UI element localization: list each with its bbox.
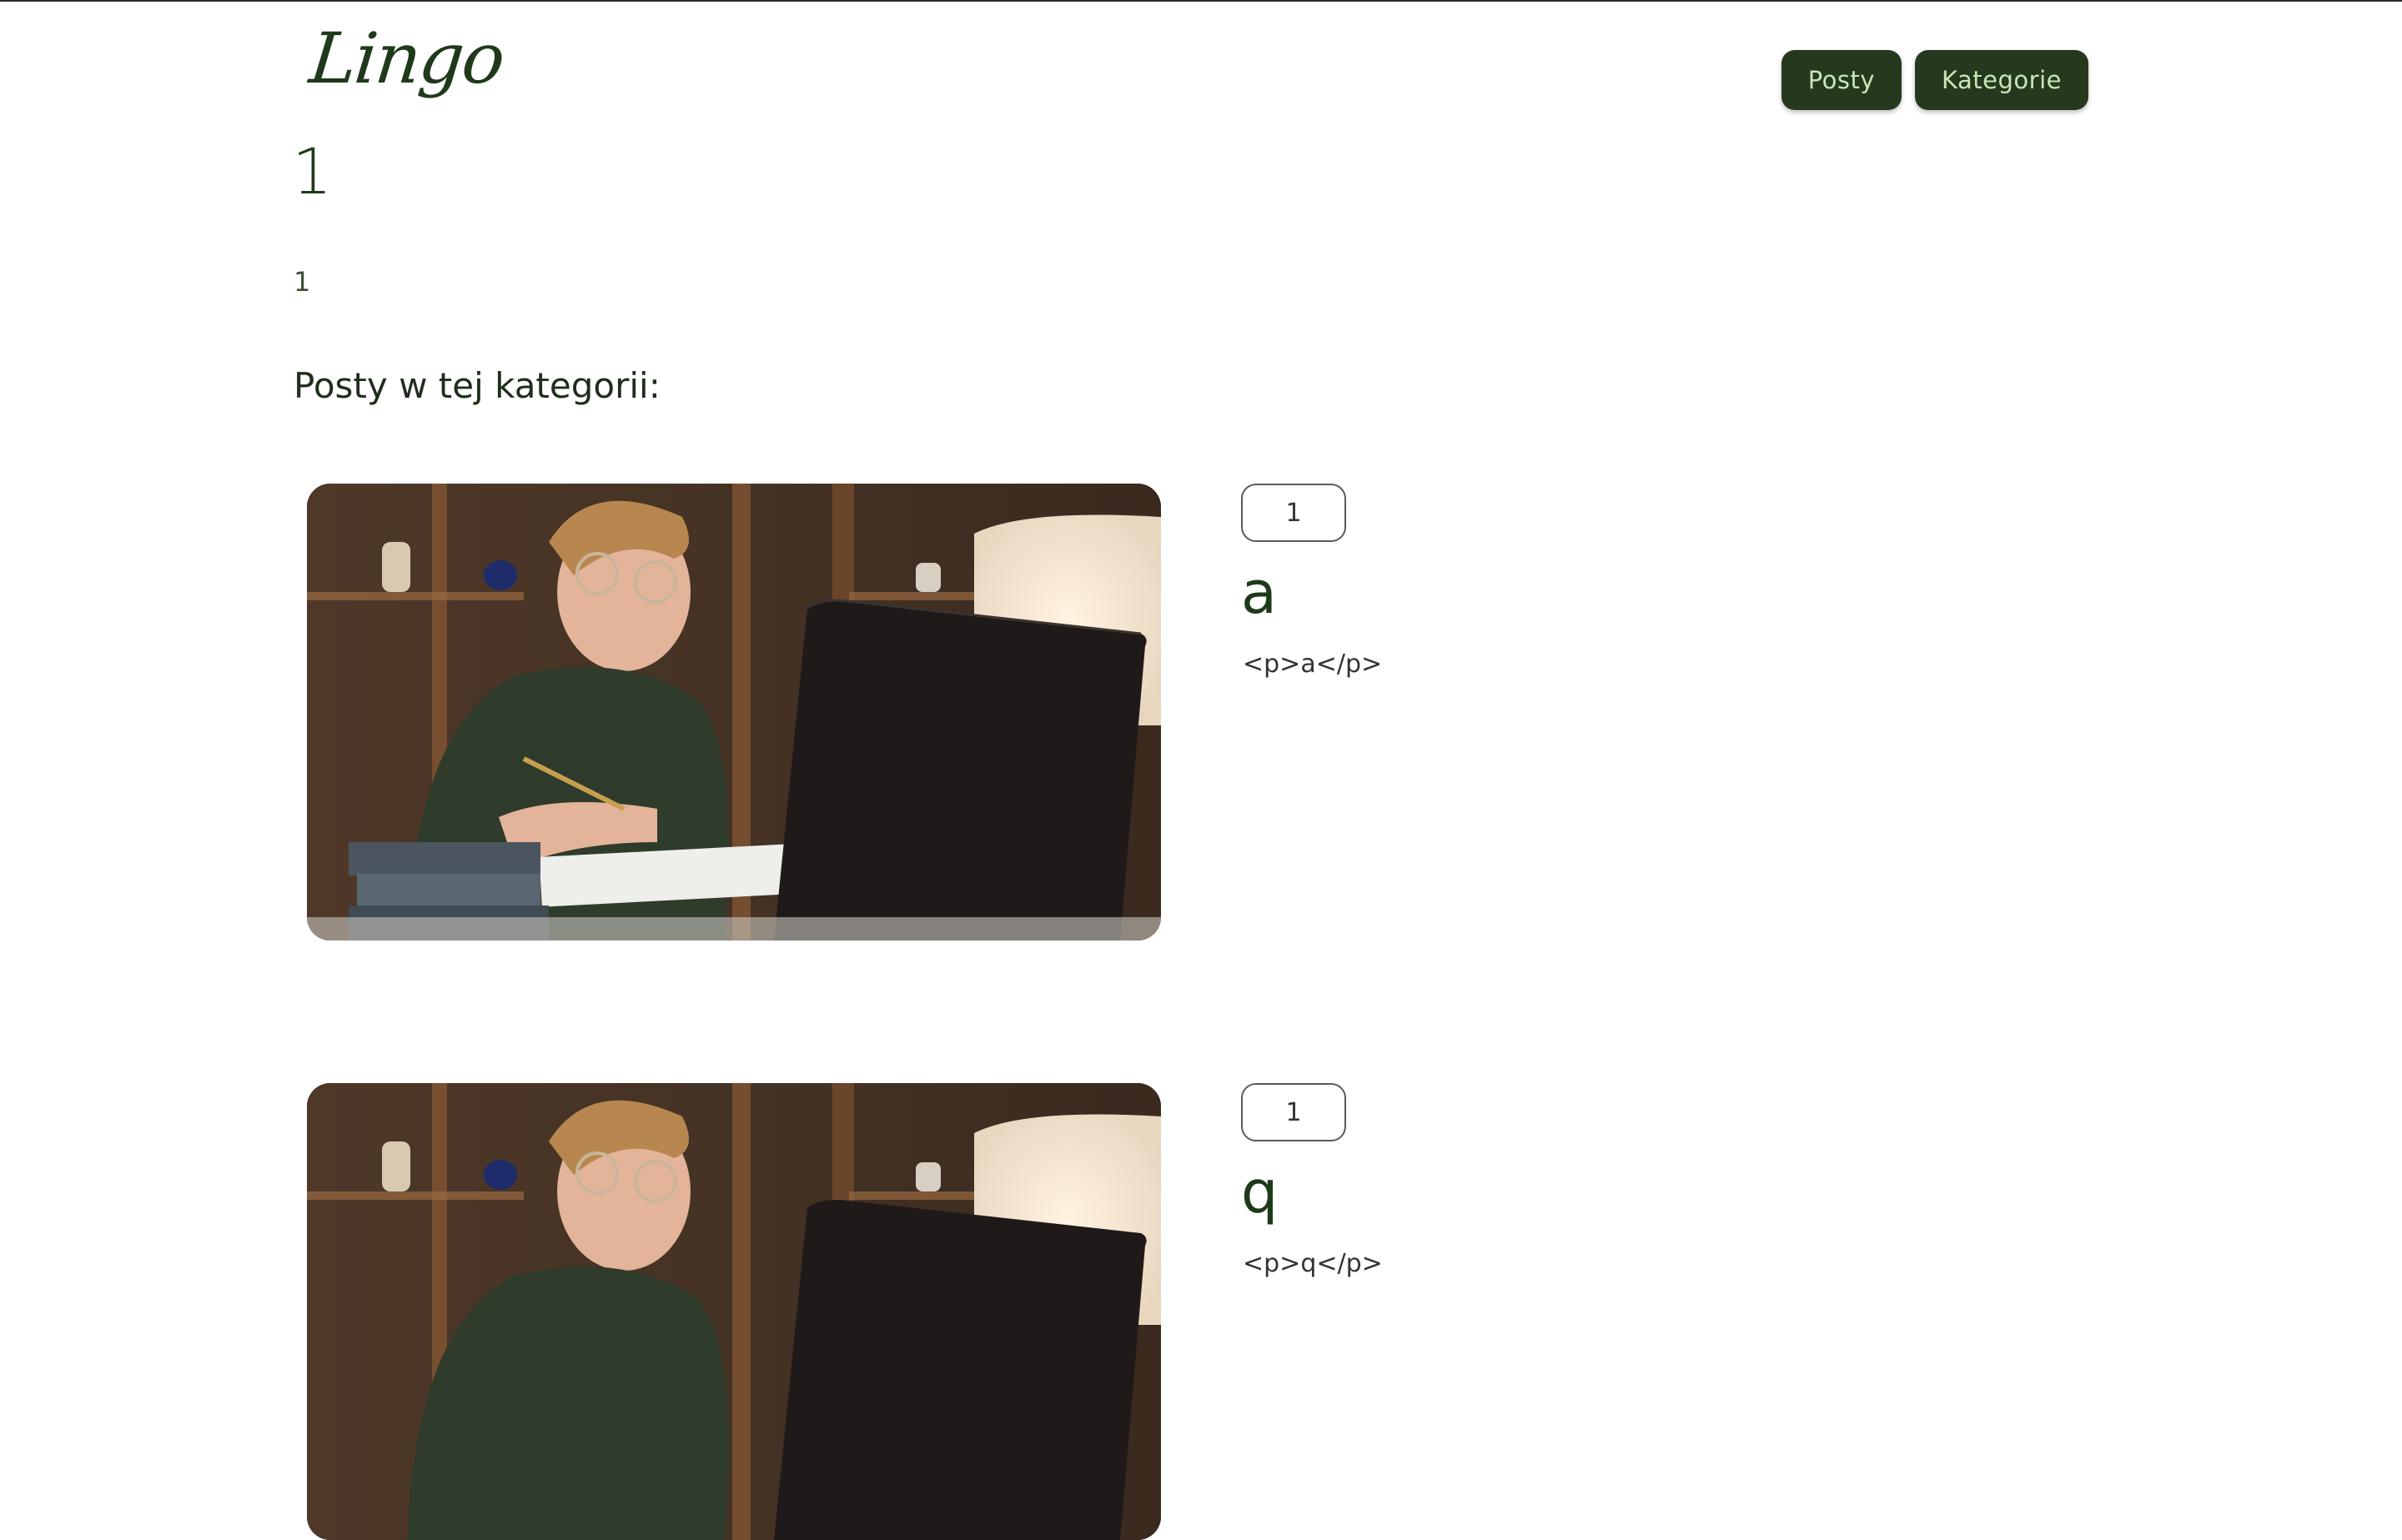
post-title[interactable]: a	[1241, 564, 1277, 622]
man-with-glasses-at-laptop-photo	[307, 1083, 1161, 1540]
category-badge[interactable]: 1	[1241, 484, 1346, 542]
category-title: 1	[292, 134, 333, 208]
post-excerpt: <p>a</p>	[1243, 650, 1383, 679]
nav-kategorie-button[interactable]: Kategorie	[1915, 50, 2088, 110]
post-card[interactable]: 1 a <p>a</p>	[307, 484, 2092, 941]
man-with-glasses-at-laptop-photo	[307, 484, 1161, 941]
top-border	[0, 0, 2402, 2]
category-badge[interactable]: 1	[1241, 1083, 1346, 1141]
site-logo[interactable]: Lingo	[306, 18, 507, 99]
post-card[interactable]: 1 q <p>q</p>	[307, 1083, 2092, 1540]
post-title[interactable]: q	[1241, 1163, 1278, 1221]
posts-section-heading: Posty w tej kategorii:	[294, 365, 661, 406]
post-image[interactable]	[307, 484, 1161, 941]
post-image[interactable]	[307, 1083, 1161, 1540]
category-description: 1	[294, 266, 311, 298]
nav-posty-button[interactable]: Posty	[1781, 50, 1902, 110]
main-nav: Posty Kategorie	[1781, 50, 2088, 110]
post-excerpt: <p>q</p>	[1243, 1249, 1383, 1278]
